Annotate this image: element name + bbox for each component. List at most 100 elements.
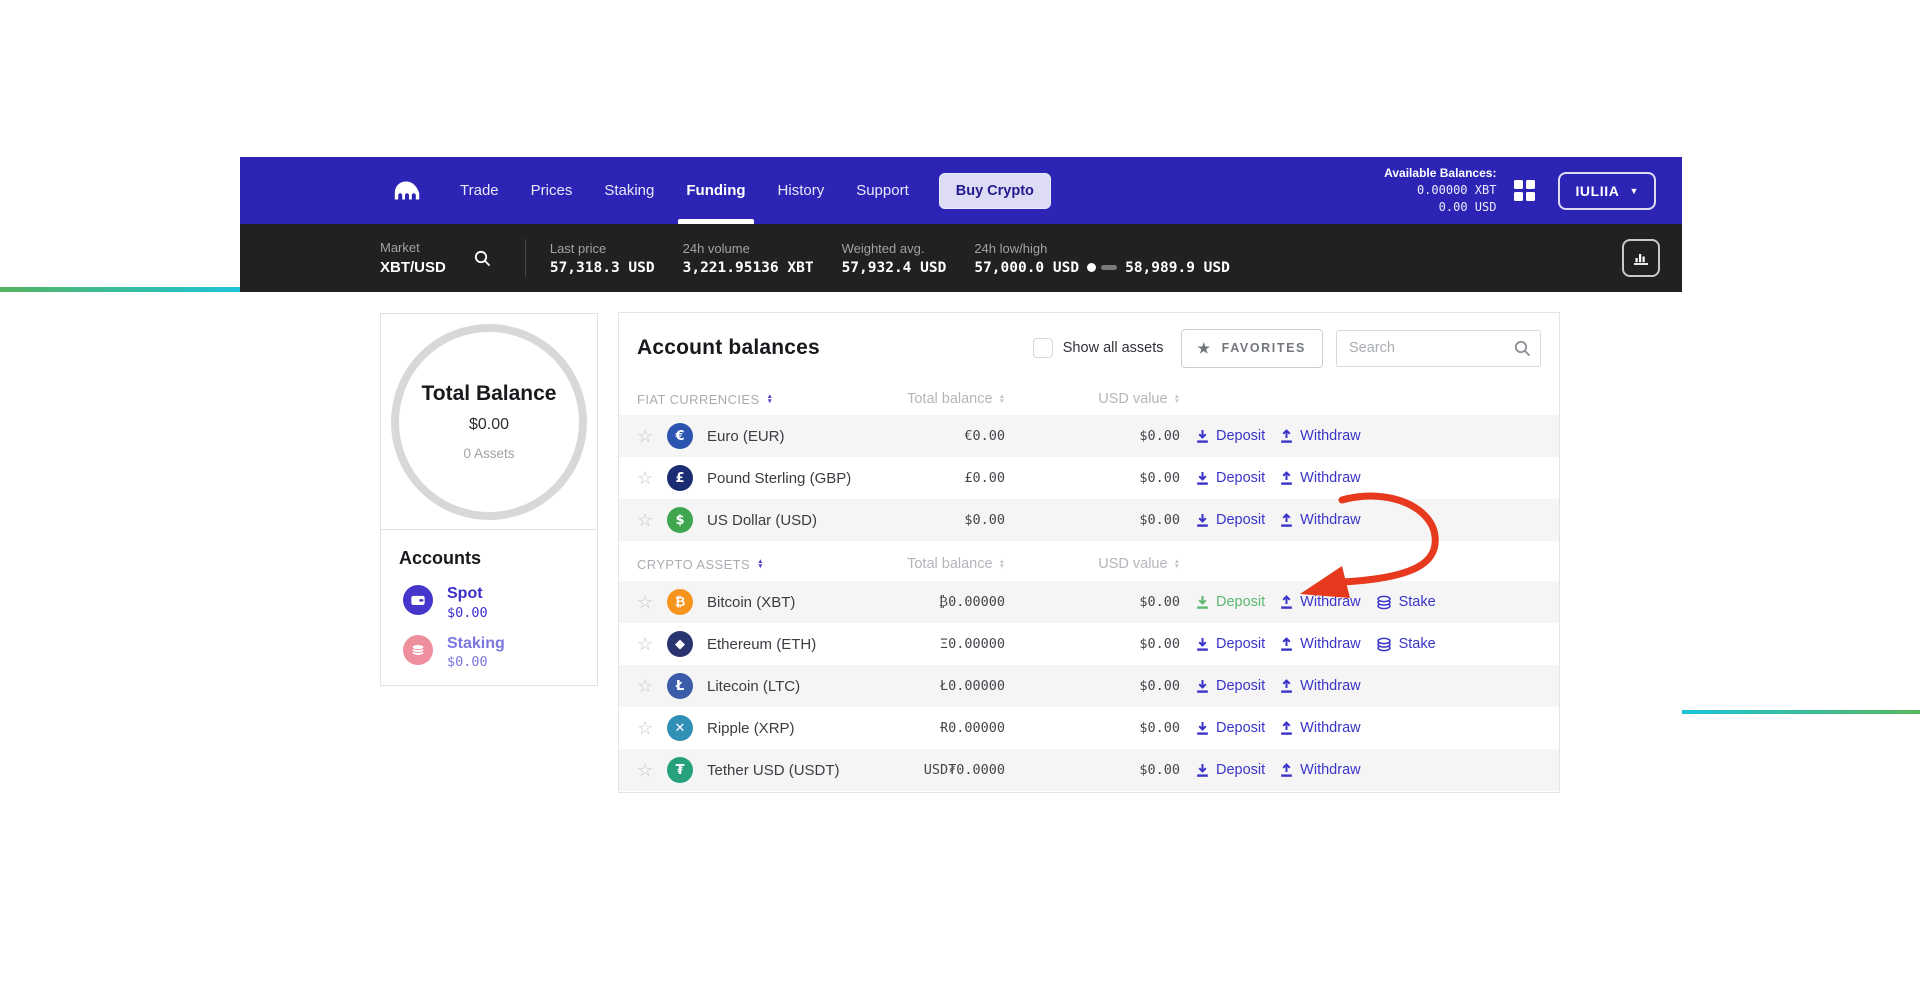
page-title: Account balances <box>637 336 820 360</box>
deposit-link[interactable]: Deposit <box>1196 428 1265 444</box>
kraken-logo-icon <box>391 176 421 206</box>
asset-usd-value: $0.00 <box>1005 720 1180 736</box>
stat-value: 3,221.95136 XBT <box>683 260 814 276</box>
column-usd-value[interactable]: USD value▲▼ <box>1005 391 1180 407</box>
deposit-link[interactable]: Deposit <box>1196 678 1265 694</box>
left-gradient-line <box>0 287 240 292</box>
asset-name: Litecoin (LTC) <box>703 678 893 695</box>
nav-item-trade[interactable]: Trade <box>444 157 515 224</box>
nav-item-support[interactable]: Support <box>840 157 925 224</box>
asset-usd-value: $0.00 <box>1005 594 1180 610</box>
asset-name: Ripple (XRP) <box>703 720 893 737</box>
favorite-star-icon[interactable]: ☆ <box>637 593 667 611</box>
withdraw-link[interactable]: Withdraw <box>1280 762 1360 778</box>
apps-grid-icon[interactable] <box>1514 180 1536 202</box>
right-gradient-line <box>1682 710 1920 714</box>
asset-name: Euro (EUR) <box>703 428 893 445</box>
deposit-link[interactable]: Deposit <box>1196 636 1265 652</box>
withdraw-link[interactable]: Withdraw <box>1280 636 1360 652</box>
panel-header: Account balances Show all assets ★ FAVOR… <box>619 313 1559 383</box>
deposit-icon <box>1196 763 1209 777</box>
account-item-spot[interactable]: Spot $0.00 <box>403 585 579 621</box>
withdraw-link[interactable]: Withdraw <box>1280 594 1360 610</box>
withdraw-link[interactable]: Withdraw <box>1280 678 1360 694</box>
deposit-icon <box>1196 471 1209 485</box>
sort-icon[interactable]: ▲▼ <box>767 394 774 405</box>
asset-usd-value: $0.00 <box>1005 762 1180 778</box>
stat-weighted-avg: Weighted avg. 57,932.4 USD <box>842 241 947 276</box>
account-item-staking[interactable]: Staking $0.00 <box>403 635 579 671</box>
favorite-star-icon[interactable]: ☆ <box>637 469 667 487</box>
stake-link[interactable]: Stake <box>1376 594 1436 610</box>
favorite-star-icon[interactable]: ☆ <box>637 427 667 445</box>
asset-search <box>1336 330 1541 367</box>
withdraw-link[interactable]: Withdraw <box>1280 470 1360 486</box>
withdraw-icon <box>1280 679 1293 693</box>
stat-value: 57,932.4 USD <box>842 260 947 276</box>
search-input[interactable] <box>1336 330 1541 367</box>
withdraw-link[interactable]: Withdraw <box>1280 512 1360 528</box>
favorite-star-icon[interactable]: ☆ <box>637 719 667 737</box>
column-total-balance[interactable]: Total balance▲▼ <box>893 391 1005 407</box>
favorite-star-icon[interactable]: ☆ <box>637 511 667 529</box>
market-pair-value: XBT/USD <box>380 259 446 276</box>
page: Trade Prices Staking Funding History Sup… <box>0 0 1920 1008</box>
crypto-header-label: CRYPTO ASSETS <box>637 557 750 572</box>
usd-icon: $ <box>667 507 693 533</box>
kraken-logo[interactable] <box>390 175 422 207</box>
top-nav: Trade Prices Staking Funding History Sup… <box>240 157 1682 224</box>
deposit-link[interactable]: Deposit <box>1196 720 1265 736</box>
deposit-link[interactable]: Deposit <box>1196 512 1265 528</box>
sort-icon[interactable]: ▲▼ <box>757 559 764 570</box>
deposit-link[interactable]: Deposit <box>1196 470 1265 486</box>
favorite-star-icon[interactable]: ☆ <box>637 677 667 695</box>
tether-icon: ₮ <box>667 757 693 783</box>
asset-balance: USD₮0.0000 <box>893 762 1005 778</box>
chart-toggle-button[interactable] <box>1622 239 1660 277</box>
account-name: Staking <box>447 635 505 653</box>
favorite-star-icon[interactable]: ☆ <box>637 761 667 779</box>
deposit-icon <box>1196 679 1209 693</box>
user-menu-button[interactable]: IULIIA ▼ <box>1558 172 1656 210</box>
column-total-balance[interactable]: Total balance▲▼ <box>893 556 1005 572</box>
total-balance-label: Total Balance <box>422 382 557 406</box>
withdraw-link[interactable]: Withdraw <box>1280 720 1360 736</box>
asset-balance: Ł0.00000 <box>893 678 1005 694</box>
buy-crypto-button[interactable]: Buy Crypto <box>939 173 1051 209</box>
sort-icon: ▲▼ <box>1174 559 1180 570</box>
nav-item-history[interactable]: History <box>762 157 841 224</box>
bitcoin-icon: ₿ <box>667 589 693 615</box>
stake-link[interactable]: Stake <box>1376 636 1436 652</box>
asset-row-ltc: ☆ Ł Litecoin (LTC) Ł0.00000 $0.00 Deposi… <box>619 665 1559 707</box>
market-search-icon[interactable] <box>474 250 491 267</box>
asset-name: US Dollar (USD) <box>703 512 893 529</box>
asset-usd-value: $0.00 <box>1005 470 1180 486</box>
bar-chart-icon <box>1631 248 1651 268</box>
asset-name: Bitcoin (XBT) <box>703 594 893 611</box>
stake-coins-icon <box>1376 595 1392 610</box>
stake-coins-icon <box>1376 637 1392 652</box>
withdraw-icon <box>1280 763 1293 777</box>
withdraw-icon <box>1280 471 1293 485</box>
show-all-assets-checkbox[interactable] <box>1033 338 1053 358</box>
asset-balance: €0.00 <box>893 428 1005 444</box>
nav-item-prices[interactable]: Prices <box>515 157 589 224</box>
favorite-star-icon[interactable]: ☆ <box>637 635 667 653</box>
nav-item-funding[interactable]: Funding <box>670 157 761 224</box>
asset-balance: Ɍ0.00000 <box>893 720 1005 736</box>
favorites-button[interactable]: ★ FAVORITES <box>1181 329 1323 368</box>
column-usd-value[interactable]: USD value▲▼ <box>1005 556 1180 572</box>
deposit-link-highlighted[interactable]: Deposit <box>1196 594 1265 610</box>
total-balance-circle: Total Balance $0.00 0 Assets <box>391 324 587 520</box>
asset-usd-value: $0.00 <box>1005 678 1180 694</box>
stat-label: 24h low/high <box>974 241 1230 256</box>
range-dot-icon <box>1087 263 1096 272</box>
balance-summary-card: Total Balance $0.00 0 Assets Accounts Sp… <box>380 313 598 686</box>
deposit-icon <box>1196 721 1209 735</box>
star-icon: ★ <box>1198 340 1212 357</box>
withdraw-link[interactable]: Withdraw <box>1280 428 1360 444</box>
nav-item-staking[interactable]: Staking <box>588 157 670 224</box>
stat-label: 24h volume <box>683 241 814 256</box>
deposit-link[interactable]: Deposit <box>1196 762 1265 778</box>
available-balances: Available Balances: 0.00000 XBT 0.00 USD <box>1384 165 1496 215</box>
